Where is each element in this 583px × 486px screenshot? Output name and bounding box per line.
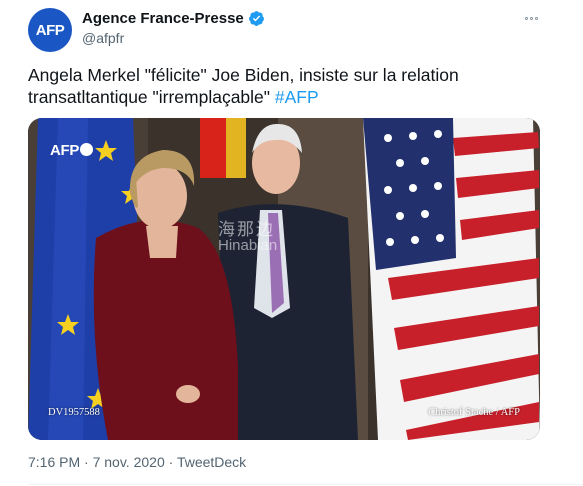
name-row: Agence France-Presse	[82, 10, 265, 27]
dot-icon	[529, 16, 533, 20]
verified-badge-icon	[248, 11, 264, 26]
tweet-source-link[interactable]: TweetDeck	[177, 454, 246, 470]
tweet-card: AFP Agence France-Presse @afpfr Angela M…	[0, 0, 583, 486]
tweet-text-line: Angela Merkel "félicite" Joe Biden, insi…	[28, 65, 459, 85]
meta-separator: ·	[80, 454, 93, 470]
dot-icon	[524, 16, 528, 20]
photo-id-caption: DV1957588	[48, 407, 100, 418]
tweet-text-fragment: transatltantique "irremplaçable"	[28, 87, 275, 107]
afp-logo-dot-icon	[80, 143, 94, 156]
hinabian-watermark: 海那边 Hinabian	[218, 222, 277, 254]
tweet-text: Angela Merkel "félicite" Joe Biden, insi…	[28, 64, 528, 108]
hashtag-link[interactable]: #AFP	[275, 87, 319, 107]
tweet-text-line: transatltantique "irremplaçable" #AFP	[28, 86, 528, 108]
more-options-button[interactable]	[521, 10, 541, 26]
afp-logo: AFP	[50, 142, 94, 159]
photo-illustration	[28, 118, 540, 440]
tweet-meta: 7:16 PM · 7 nov. 2020 · TweetDeck	[28, 454, 246, 470]
meta-separator: ·	[164, 454, 177, 470]
avatar[interactable]: AFP	[28, 8, 72, 52]
tweet-time[interactable]: 7:16 PM	[28, 454, 80, 470]
watermark-cn: 海那边	[218, 220, 275, 240]
account-handle[interactable]: @afpfr	[82, 30, 265, 46]
photo-credit-caption: Christof Stache / AFP	[428, 407, 520, 418]
divider	[28, 484, 583, 485]
watermark-en: Hinabian	[218, 237, 278, 254]
afp-logo-text: AFP	[50, 142, 80, 159]
dot-icon	[534, 16, 538, 20]
tweet-date[interactable]: 7 nov. 2020	[93, 454, 165, 470]
display-name[interactable]: Agence France-Presse	[82, 10, 244, 27]
tweet-photo[interactable]: AFP 海那边 Hinabian DV1957588 Christof Stac…	[28, 118, 540, 440]
account-info: Agence France-Presse @afpfr	[82, 10, 265, 46]
avatar-label: AFP	[35, 21, 65, 39]
